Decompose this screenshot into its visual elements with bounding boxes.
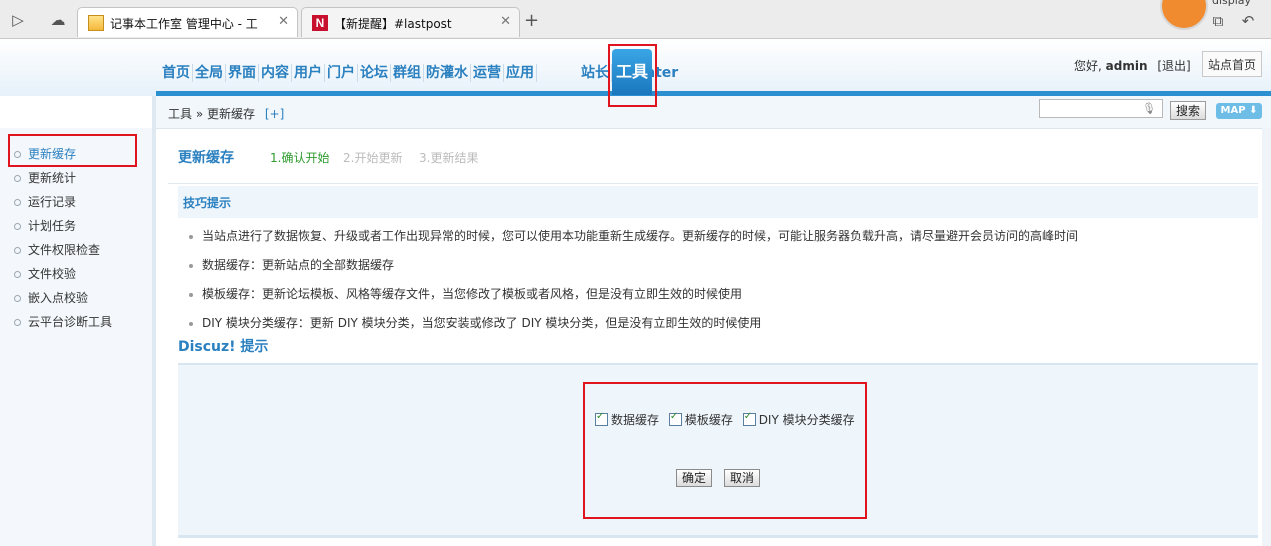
bullet-icon [14,271,21,278]
nav-operation[interactable]: 运营 [471,64,504,82]
bullet-icon [14,199,21,206]
tab-stack-icon[interactable]: ⧉ [1210,13,1226,29]
tab-title: 记事本工作室 管理中心 - 工 [110,17,258,31]
sidebar-item-label: 嵌入点校验 [28,291,89,305]
step-1: 1.确认开始 [270,151,330,165]
step-2: 2.开始更新 [343,151,403,165]
sidebar-item-cloud-diag[interactable]: 云平台诊断工具 [14,313,112,330]
sidebar-item-stats[interactable]: 更新统计 [14,169,76,186]
sidebar-item-label: 更新统计 [28,171,77,185]
bullet-icon [14,319,21,326]
highlight-cache-options [583,382,867,519]
nav-group[interactable]: 群组 [391,64,424,82]
tips-header [178,186,1258,218]
n-logo-icon: N [312,15,328,31]
bullet-icon [14,175,21,182]
nav-apps[interactable]: 应用 [504,64,537,82]
nav-style[interactable]: 界面 [226,64,259,82]
page-title: 更新缓存 [178,150,234,166]
tip-item: 当站点进行了数据恢复、升级或者工作出现异常的时候，您可以使用本功能重新生成缓存。… [189,227,1078,244]
map-button[interactable]: MAP ⬇ [1216,103,1262,119]
tips-label: 技巧提示 [183,196,232,210]
map-label: MAP [1220,105,1246,116]
greeting-text: 您好, [1074,59,1102,73]
sidebar-item-cron[interactable]: 计划任务 [14,217,76,234]
close-tab-icon[interactable]: ✕ [278,14,289,29]
tip-text: 数据缓存：更新站点的全部数据缓存 [202,258,395,272]
highlight-tools-tab [608,44,657,107]
new-tab-button[interactable]: + [524,10,539,31]
nav-antispam[interactable]: 防灌水 [424,64,471,82]
tip-item: 数据缓存：更新站点的全部数据缓存 [189,256,394,273]
step-3: 3.更新结果 [419,151,479,165]
add-shortcut-link[interactable]: [+] [265,107,284,121]
nav-content[interactable]: 内容 [259,64,292,82]
sidebar-item-label: 文件权限检查 [28,243,101,257]
bullet-icon [14,223,21,230]
search-button[interactable]: 搜索 [1170,101,1206,120]
sidebar-item-hookcheck[interactable]: 嵌入点校验 [14,289,88,306]
tab-admin[interactable]: 记事本工作室 管理中心 - 工 ✕ [77,7,298,37]
breadcrumb-page: 更新缓存 [207,107,256,121]
tip-text: 当站点进行了数据恢复、升级或者工作出现异常的时候，您可以使用本功能重新生成缓存。… [202,229,1079,243]
sidebar-item-label: 云平台诊断工具 [28,315,113,329]
highlight-sidebar-cache [8,134,137,167]
nav-global[interactable]: 全局 [193,64,226,82]
sidebar [0,128,153,546]
sidebar-item-label: 文件校验 [28,267,77,281]
tip-text: DIY 模块分类缓存：更新 DIY 模块分类，当您安装或修改了 DIY 模块分类… [202,316,762,330]
bullet-icon [189,263,193,268]
close-tab-icon[interactable]: ✕ [500,14,511,29]
nav-forum[interactable]: 论坛 [358,64,391,82]
sidebar-item-fileperms[interactable]: 文件权限检查 [14,241,100,258]
tab-title: 【新提醒】#lastpost [334,17,452,31]
sidebar-item-label: 运行记录 [28,195,77,209]
bullet-icon [189,321,193,326]
notice-title: Discuz! 提示 [178,339,269,355]
main-nav: 首页全局界面内容用户门户论坛群组防灌水运营应用站长UCenter [160,64,680,86]
nav-home[interactable]: 首页 [160,64,193,82]
username: admin [1105,59,1148,73]
divider [168,183,1258,184]
tip-text: 模板缓存：更新论坛模板、风格等缓存文件，当您修改了模板或者风格，但是没有立即生效… [202,287,743,301]
nav-user[interactable]: 用户 [292,64,325,82]
sidebar-divider [152,96,156,546]
sidebar-toggle-icon[interactable]: ▷ [8,10,28,30]
sidebar-item-label: 计划任务 [28,219,77,233]
breadcrumb: 工具 » 更新缓存 [+] [168,105,284,122]
sidebar-item-logs[interactable]: 运行记录 [14,193,76,210]
corner-label: display [1212,0,1252,7]
tab-lastpost[interactable]: N 【新提醒】#lastpost ✕ [301,7,520,37]
sticky-note-icon [88,15,104,31]
breadcrumb-section[interactable]: 工具 [168,107,192,121]
breadcrumb-separator: » [195,107,204,121]
bullet-icon [14,247,21,254]
page-scrollbar[interactable] [1262,128,1271,546]
bullet-icon [189,234,193,239]
microphone-icon[interactable]: 🎙 [1142,102,1156,115]
tip-item: DIY 模块分类缓存：更新 DIY 模块分类，当您安装或修改了 DIY 模块分类… [189,314,761,331]
nav-portal[interactable]: 门户 [325,64,358,82]
undo-icon[interactable]: ↶ [1240,13,1256,29]
tip-item: 模板缓存：更新论坛模板、风格等缓存文件，当您修改了模板或者风格，但是没有立即生效… [189,285,742,302]
site-home-button[interactable]: 站点首页 [1202,51,1262,77]
logout-link[interactable]: [退出] [1157,59,1190,73]
sidebar-item-filecheck[interactable]: 文件校验 [14,265,76,282]
search-input[interactable]: 🎙 [1039,99,1163,118]
user-greeting: 您好, admin [退出] [1074,57,1191,74]
bullet-icon [189,292,193,297]
bullet-icon [14,295,21,302]
cloud-icon[interactable]: ☁ [48,10,68,30]
arrow-down-icon: ⬇ [1249,105,1258,116]
